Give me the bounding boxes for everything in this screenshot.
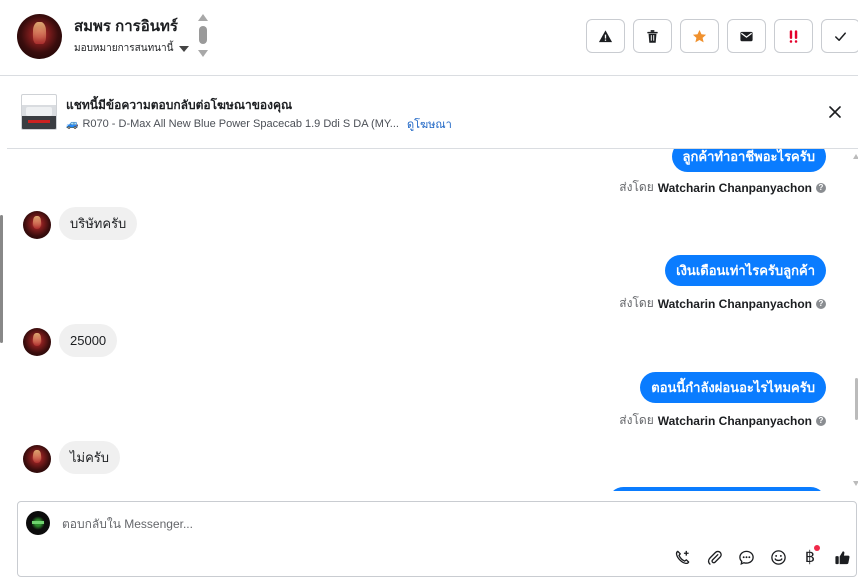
follow-up-button[interactable] xyxy=(774,19,813,53)
incoming-message[interactable]: ไม่ครับ xyxy=(59,441,121,474)
sent-by-label: ส่งโดย Watcharin Chanpanyachon ? xyxy=(619,294,826,313)
sender-name: Watcharin Chanpanyachon xyxy=(657,296,812,311)
left-scrollbar[interactable] xyxy=(0,215,3,343)
outgoing-message[interactable]: เงินเดือนเท่าไรครับลูกค้า xyxy=(665,255,826,286)
sent-by-label: ส่งโดย Watcharin Chanpanyachon ? xyxy=(619,411,826,430)
previous-conversation-icon[interactable] xyxy=(198,14,208,21)
sent-by-prefix: ส่งโดย xyxy=(619,180,654,194)
chat-bubble-icon xyxy=(738,550,754,565)
reply-composer: ฿ xyxy=(17,501,857,577)
star-button[interactable] xyxy=(680,19,719,53)
conversation-actions xyxy=(586,19,858,53)
thumbs-up-icon xyxy=(834,550,850,564)
help-icon[interactable]: ? xyxy=(816,182,826,193)
close-icon xyxy=(829,106,841,118)
close-banner-button[interactable] xyxy=(825,102,845,122)
chevron-down-icon xyxy=(179,46,190,52)
scroll-up-icon[interactable] xyxy=(853,154,858,159)
exclamation-icon xyxy=(789,29,798,43)
check-icon xyxy=(835,31,846,41)
view-ad-link[interactable]: ดูโฆษณา xyxy=(407,115,452,133)
delete-button[interactable] xyxy=(633,19,672,53)
like-button[interactable] xyxy=(826,545,858,569)
payment-button[interactable]: ฿ xyxy=(794,545,826,569)
attach-button[interactable] xyxy=(698,545,730,569)
assign-conversation-dropdown[interactable]: มอบหมายการสนทนานี้ xyxy=(74,41,190,56)
ad-reply-banner: แชทนี้มีข้อความตอบกลับต่อโฆษณาของคุณ 🚙 R… xyxy=(7,76,858,149)
incoming-message[interactable]: 25000 xyxy=(59,324,118,357)
ad-name: R070 - D-Max All New Blue Power Spacecab… xyxy=(82,118,399,130)
contact-name[interactable]: สมพร การอินทร์ xyxy=(74,14,178,38)
call-button[interactable] xyxy=(666,545,698,569)
next-conversation-icon[interactable] xyxy=(198,50,208,57)
page-avatar xyxy=(26,511,50,535)
outgoing-message-partial[interactable] xyxy=(608,487,826,491)
contact-avatar-small[interactable] xyxy=(23,211,51,239)
spam-button[interactable] xyxy=(586,19,625,53)
conversation-nav xyxy=(197,14,209,60)
mark-unread-button[interactable] xyxy=(727,19,766,53)
trash-icon xyxy=(647,29,658,43)
ad-thumbnail[interactable] xyxy=(21,94,57,130)
nav-handle xyxy=(199,26,207,44)
ad-banner-subtitle: 🚙 R070 - D-Max All New Blue Power Spacec… xyxy=(66,115,452,133)
star-icon xyxy=(692,29,707,42)
warning-icon xyxy=(598,29,613,42)
outgoing-message[interactable]: ลูกค้าทำอาชีพอะไรครับ xyxy=(671,149,826,172)
conversation-header: สมพร การอินทร์ มอบหมายการสนทนานี้ xyxy=(0,0,858,76)
scroll-down-icon[interactable] xyxy=(853,481,858,486)
ad-banner-title: แชทนี้มีข้อความตอบกลับต่อโฆษณาของคุณ xyxy=(66,98,293,112)
contact-avatar-small[interactable] xyxy=(23,445,51,473)
help-icon[interactable]: ? xyxy=(816,298,826,309)
sent-by-prefix: ส่งโดย xyxy=(619,413,654,427)
contact-avatar[interactable] xyxy=(17,14,62,59)
composer-tools: ฿ xyxy=(666,545,858,569)
sender-name: Watcharin Chanpanyachon xyxy=(657,413,812,428)
reply-input[interactable] xyxy=(62,515,622,533)
baht-icon: ฿ xyxy=(804,549,816,566)
saved-replies-button[interactable] xyxy=(730,545,762,569)
outgoing-message[interactable]: ตอนนี้กำลังผ่อนอะไรไหมครับ xyxy=(640,372,826,403)
help-icon[interactable]: ? xyxy=(816,415,826,426)
contact-avatar-small[interactable] xyxy=(23,328,51,356)
smiley-icon xyxy=(770,549,786,565)
incoming-message[interactable]: บริษัทครับ xyxy=(59,207,138,240)
paperclip-icon xyxy=(707,550,722,565)
envelope-icon xyxy=(740,31,753,41)
assign-label: มอบหมายการสนทนานี้ xyxy=(74,43,174,54)
mark-done-button[interactable] xyxy=(821,19,858,53)
message-thread[interactable]: ลูกค้าทำอาชีพอะไรครับ ส่งโดย Watcharin C… xyxy=(7,149,858,491)
notification-dot xyxy=(814,545,820,551)
sent-by-label: ส่งโดย Watcharin Chanpanyachon ? xyxy=(619,178,826,197)
sender-name: Watcharin Chanpanyachon xyxy=(657,180,812,195)
sent-by-prefix: ส่งโดย xyxy=(619,296,654,310)
phone-plus-icon xyxy=(675,550,689,564)
emoji-button[interactable] xyxy=(762,545,794,569)
car-icon: 🚙 xyxy=(66,118,79,130)
